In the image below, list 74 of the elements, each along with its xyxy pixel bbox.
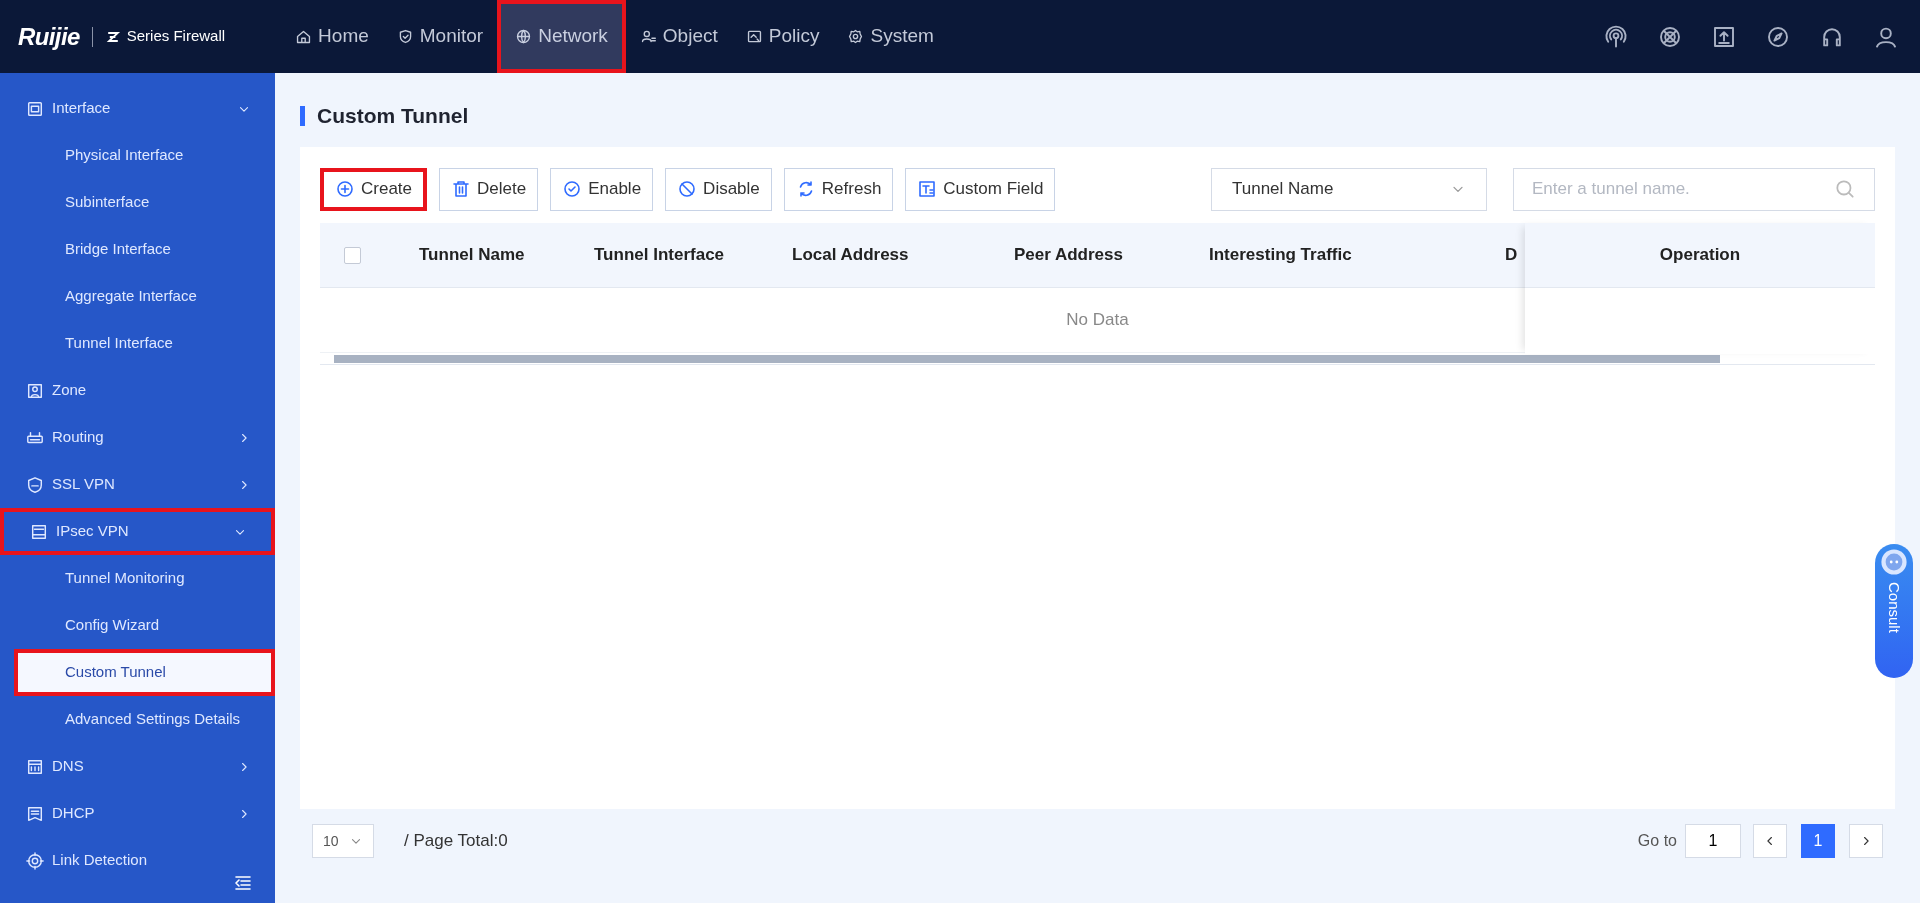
- search-field[interactable]: Enter a tunnel name.: [1513, 167, 1875, 211]
- sidebar-item[interactable]: SSL VPN: [0, 461, 275, 508]
- grid-icon: [26, 757, 44, 776]
- page-total: / Page Total:0: [404, 830, 508, 853]
- ban-icon: [677, 179, 698, 199]
- sidebar-item[interactable]: Interface: [0, 85, 275, 132]
- add-icon: [335, 179, 355, 199]
- location-icon: [26, 381, 44, 400]
- monitor-icon: [30, 522, 48, 541]
- page-title: Custom Tunnel: [317, 103, 469, 130]
- goto-input[interactable]: 1: [1685, 824, 1741, 858]
- home-icon: [295, 28, 313, 45]
- toolbar-button[interactable]: Disable: [665, 167, 772, 211]
- sidebar-subitem[interactable]: Aggregate Interface: [0, 273, 275, 320]
- sidebar-subitem[interactable]: Bridge Interface: [0, 226, 275, 273]
- product-name: Series Firewall: [126, 26, 226, 47]
- robot-icon: [1880, 548, 1908, 576]
- sidebar-item[interactable]: Link Detection: [0, 837, 275, 884]
- text-field-icon: [917, 179, 938, 199]
- sidebar-subitem[interactable]: Advanced Settings Details: [0, 696, 275, 743]
- nav-tab[interactable]: Network: [497, 0, 626, 73]
- sidebar-item[interactable]: DNS: [0, 743, 275, 790]
- compass-icon[interactable]: [1766, 24, 1790, 49]
- title-accent: [300, 106, 305, 126]
- sidebar-subitem[interactable]: Config Wizard: [0, 602, 275, 649]
- page-size-dropdown[interactable]: 10: [312, 824, 374, 858]
- scrollbar-thumb[interactable]: [334, 354, 1720, 363]
- nav-tab[interactable]: Home: [281, 0, 383, 73]
- sidebar-subitem[interactable]: Tunnel Monitoring: [0, 555, 275, 602]
- check-circle-icon: [562, 179, 583, 199]
- port-icon: [26, 99, 44, 118]
- sidebar-subitem[interactable]: Subinterface: [0, 179, 275, 226]
- nav-tab[interactable]: Object: [625, 0, 732, 73]
- goto-label: Go to: [1637, 831, 1677, 851]
- sidebar-item[interactable]: DHCP: [0, 790, 275, 837]
- consult-button[interactable]: Consult: [1875, 544, 1913, 678]
- person-icon: [639, 28, 657, 45]
- toolbar-button[interactable]: Refresh: [783, 167, 894, 211]
- column-header: D: [1505, 245, 1518, 265]
- sidebar-subitem[interactable]: Tunnel Interface: [0, 320, 275, 367]
- sidebar-item[interactable]: Routing: [0, 414, 275, 461]
- policy-icon: [745, 28, 763, 45]
- nav-tab[interactable]: Policy: [731, 0, 834, 73]
- column-header: Tunnel Name: [419, 245, 525, 265]
- shield-icon: [26, 475, 44, 494]
- column-header: Local Address: [792, 245, 909, 265]
- sidebar-subitem[interactable]: Custom Tunnel: [14, 649, 275, 696]
- column-header: Peer Address: [1014, 245, 1123, 265]
- sidebar-subitem[interactable]: Physical Interface: [0, 132, 275, 179]
- trash-icon: [451, 179, 472, 199]
- collapse-icon: [233, 873, 253, 893]
- upload-icon[interactable]: [1712, 24, 1736, 49]
- column-header: Tunnel Interface: [594, 245, 725, 265]
- toolbar-button[interactable]: Create: [320, 167, 428, 211]
- toolbar-button[interactable]: Delete: [439, 167, 539, 211]
- page-button[interactable]: 1: [1801, 824, 1835, 858]
- list-icon: [26, 804, 44, 823]
- logo: Ruijie: [18, 21, 80, 52]
- settings-icon: [847, 28, 865, 45]
- column-header: Interesting Traffic: [1209, 245, 1352, 265]
- sidebar-item[interactable]: IPsec VPN: [0, 508, 275, 555]
- column-header: Operation: [1659, 244, 1741, 267]
- search-icon: [1834, 178, 1856, 200]
- select-all-checkbox[interactable]: [344, 246, 361, 264]
- sidebar-item[interactable]: Zone: [0, 367, 275, 414]
- nav-tab[interactable]: Monitor: [382, 0, 498, 73]
- empty-text: No Data: [1066, 309, 1129, 332]
- search-input[interactable]: Enter a tunnel name.: [1532, 176, 1834, 202]
- toolbar-button[interactable]: Enable: [550, 167, 654, 211]
- signal-icon[interactable]: [1604, 24, 1628, 49]
- nav-tab[interactable]: System: [833, 0, 948, 73]
- toolbar-button[interactable]: Custom Field: [905, 167, 1056, 211]
- target-icon: [26, 851, 44, 870]
- filter-dropdown[interactable]: Tunnel Name: [1211, 167, 1487, 211]
